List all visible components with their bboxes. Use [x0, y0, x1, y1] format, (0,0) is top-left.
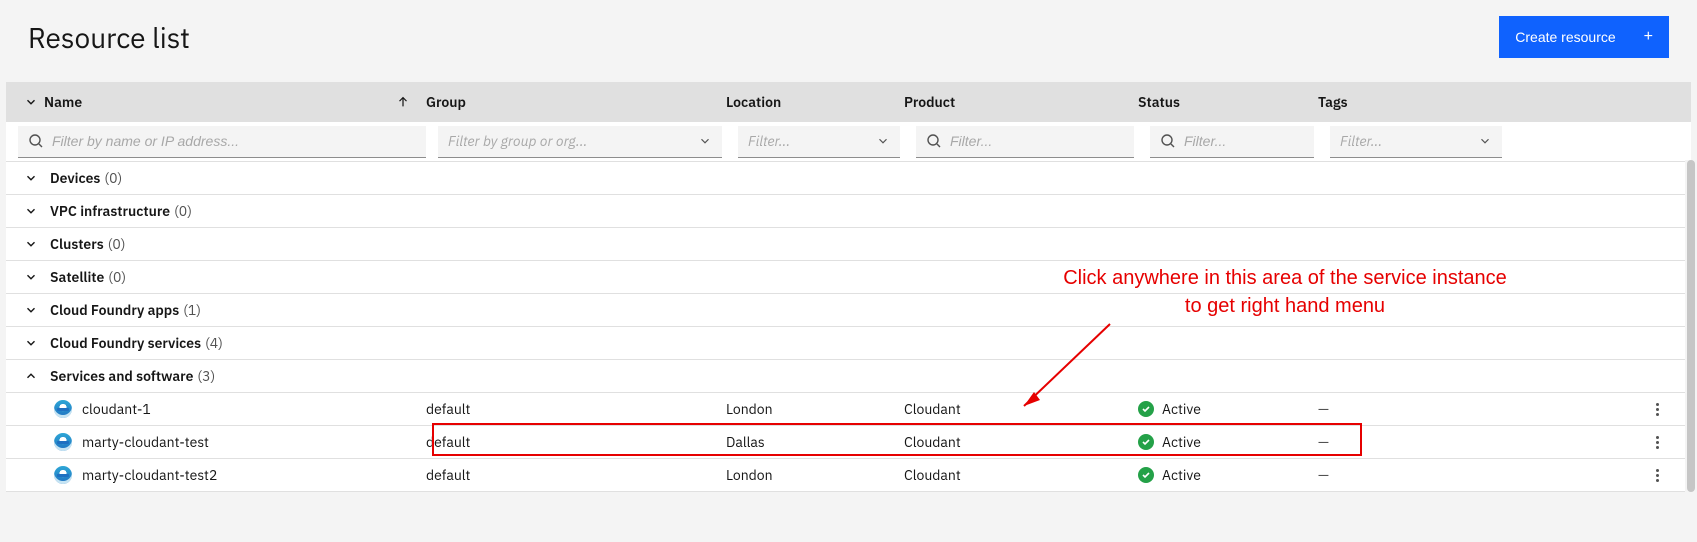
resource-group: default — [426, 466, 726, 484]
create-resource-button[interactable]: Create resource + — [1499, 16, 1669, 58]
chevron-down-icon — [24, 336, 38, 350]
category-label: Satellite — [50, 268, 104, 286]
resource-status: Active — [1162, 433, 1201, 451]
cloudant-icon — [54, 400, 72, 418]
chevron-down-icon — [1478, 134, 1492, 148]
row-actions-menu[interactable] — [1650, 397, 1665, 422]
chevron-down-icon — [876, 134, 890, 148]
search-icon — [28, 133, 44, 149]
filter-tags[interactable]: Filter... — [1330, 126, 1502, 158]
resource-name: marty-cloudant-test2 — [82, 466, 217, 484]
row-actions-menu[interactable] — [1650, 430, 1665, 455]
resource-row[interactable]: cloudant-1 default London Cloudant Activ… — [6, 393, 1691, 426]
filter-product-input[interactable] — [950, 133, 1124, 149]
category-label: Services and software — [50, 367, 193, 385]
search-icon — [1160, 133, 1176, 149]
status-active-icon — [1138, 401, 1154, 417]
resource-status: Active — [1162, 466, 1201, 484]
category-count: (0) — [108, 268, 126, 286]
category-label: Cloud Foundry apps — [50, 301, 179, 319]
col-header-tags[interactable]: Tags — [1318, 93, 1348, 111]
filter-tags-placeholder: Filter... — [1340, 132, 1382, 150]
resource-tags: — — [1318, 433, 1508, 451]
search-icon — [926, 133, 942, 149]
sort-ascending-icon[interactable] — [396, 95, 410, 109]
plus-icon: + — [1644, 28, 1653, 46]
filter-group-placeholder: Filter by group or org... — [448, 132, 587, 150]
chevron-down-icon — [24, 204, 38, 218]
page-title: Resource list — [28, 19, 190, 56]
category-label: VPC infrastructure — [50, 202, 170, 220]
category-services-software[interactable]: Services and software (3) — [6, 360, 1691, 393]
chevron-down-icon[interactable] — [24, 95, 38, 109]
chevron-down-icon — [24, 171, 38, 185]
create-resource-label: Create resource — [1515, 29, 1615, 45]
col-header-name[interactable]: Name — [44, 93, 82, 111]
resource-location: London — [726, 400, 904, 418]
col-header-group[interactable]: Group — [426, 93, 466, 111]
category-count: (0) — [104, 169, 122, 187]
filter-name-input[interactable] — [52, 133, 416, 149]
chevron-down-icon — [24, 270, 38, 284]
cloudant-icon — [54, 466, 72, 484]
status-active-icon — [1138, 467, 1154, 483]
category-label: Cloud Foundry services — [50, 334, 201, 352]
category-devices[interactable]: Devices (0) — [6, 162, 1691, 195]
cloudant-icon — [54, 433, 72, 451]
filter-location[interactable]: Filter... — [738, 126, 900, 158]
filter-group[interactable]: Filter by group or org... — [438, 126, 722, 158]
category-count: (3) — [197, 367, 215, 385]
filter-location-placeholder: Filter... — [748, 132, 790, 150]
status-active-icon — [1138, 434, 1154, 450]
chevron-down-icon — [698, 134, 712, 148]
filter-name[interactable] — [18, 126, 426, 158]
category-count: (0) — [108, 235, 126, 253]
resource-name: marty-cloudant-test — [82, 433, 209, 451]
resource-status: Active — [1162, 400, 1201, 418]
resource-row[interactable]: marty-cloudant-test default Dallas Cloud… — [6, 426, 1691, 459]
col-header-location[interactable]: Location — [726, 93, 781, 111]
category-count: (4) — [205, 334, 223, 352]
category-cf-services[interactable]: Cloud Foundry services (4) — [6, 327, 1691, 360]
col-header-product[interactable]: Product — [904, 93, 955, 111]
resource-product: Cloudant — [904, 466, 1138, 484]
resource-tags: — — [1318, 466, 1508, 484]
resource-product: Cloudant — [904, 433, 1138, 451]
chevron-down-icon — [24, 237, 38, 251]
resource-group: default — [426, 400, 726, 418]
filter-status-input[interactable] — [1184, 133, 1304, 149]
resource-group: default — [426, 433, 726, 451]
chevron-up-icon — [24, 369, 38, 383]
category-count: (1) — [183, 301, 201, 319]
filter-status[interactable] — [1150, 126, 1314, 158]
category-vpc[interactable]: VPC infrastructure (0) — [6, 195, 1691, 228]
vertical-scrollbar[interactable] — [1685, 160, 1697, 492]
col-header-status[interactable]: Status — [1138, 93, 1180, 111]
resource-name: cloudant-1 — [82, 400, 151, 418]
category-clusters[interactable]: Clusters (0) — [6, 228, 1691, 261]
resource-row[interactable]: marty-cloudant-test2 default London Clou… — [6, 459, 1691, 492]
row-actions-menu[interactable] — [1650, 463, 1665, 488]
column-header-row: Name Group Location Product Status Tags — [6, 82, 1691, 122]
resource-location: London — [726, 466, 904, 484]
resource-product: Cloudant — [904, 400, 1138, 418]
annotation-text: Click anywhere in this area of the servi… — [1030, 264, 1540, 320]
filter-row: Filter by group or org... Filter... Filt… — [6, 122, 1691, 162]
category-label: Devices — [50, 169, 100, 187]
category-count: (0) — [174, 202, 192, 220]
resource-tags: — — [1318, 400, 1508, 418]
category-label: Clusters — [50, 235, 104, 253]
filter-product[interactable] — [916, 126, 1134, 158]
chevron-down-icon — [24, 303, 38, 317]
resource-location: Dallas — [726, 433, 904, 451]
